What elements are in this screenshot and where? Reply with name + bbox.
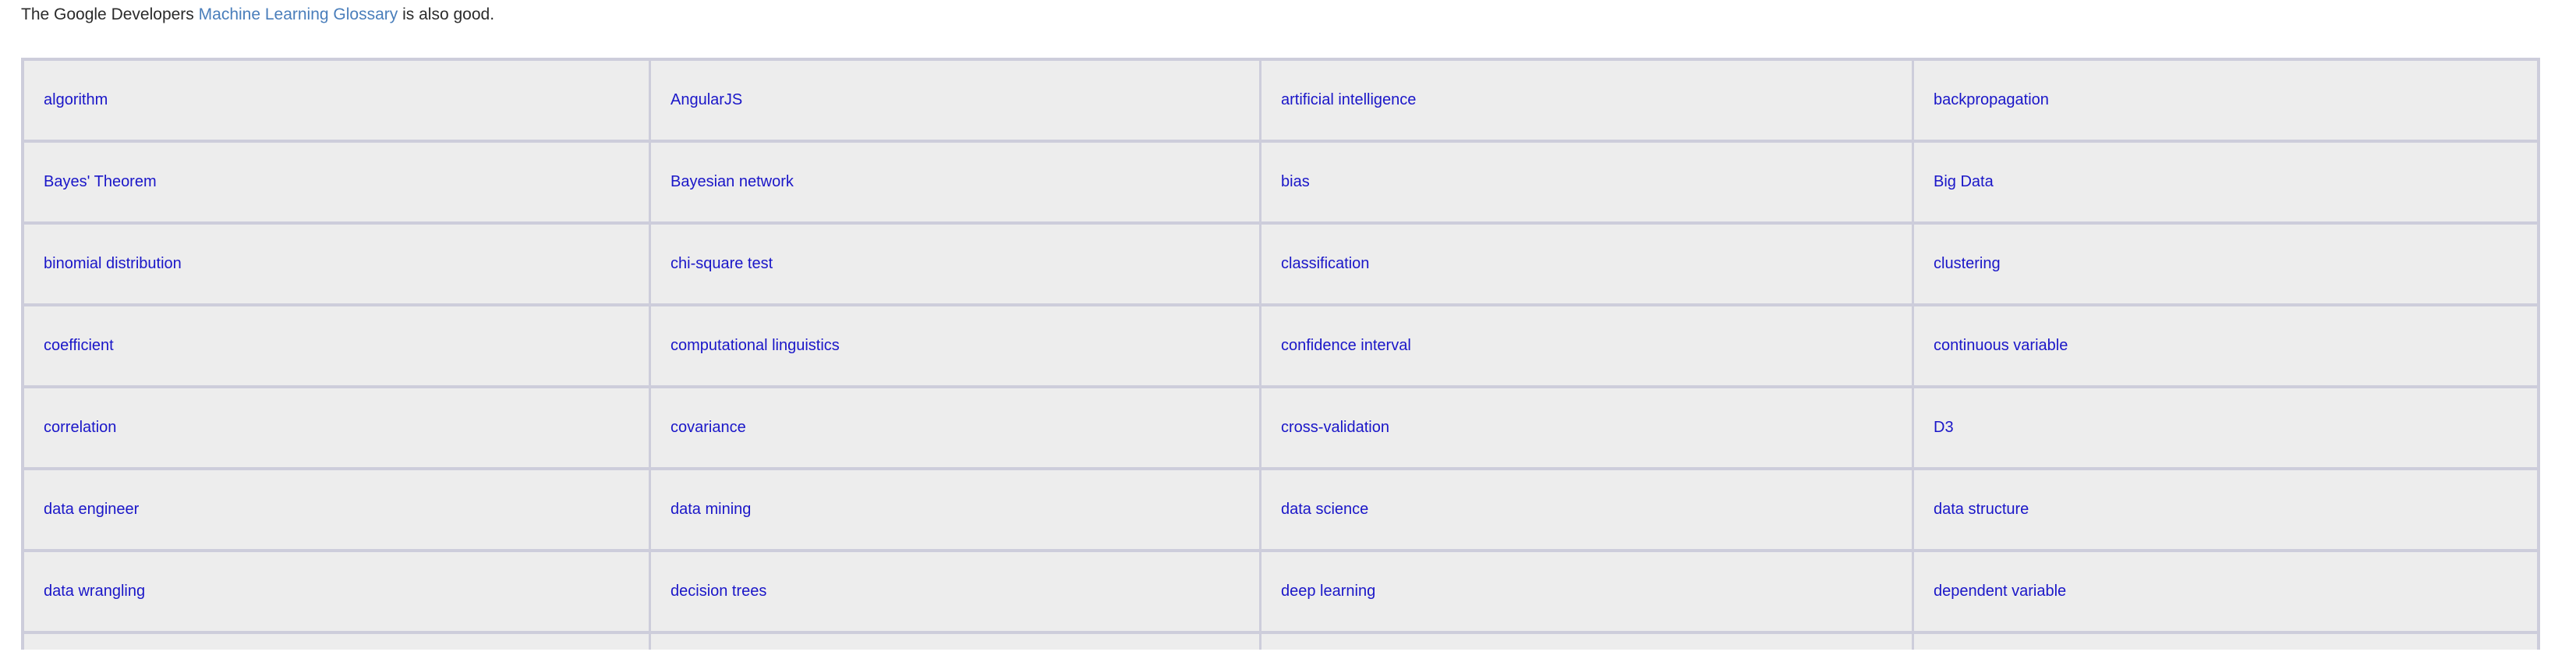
glossary-term-link[interactable]: D3 xyxy=(1934,419,1954,436)
glossary-term-link[interactable]: bias xyxy=(1281,173,1310,190)
table-cell: deep learning xyxy=(1261,549,1914,631)
glossary-term-link[interactable]: cross-validation xyxy=(1281,419,1389,436)
glossary-term-link[interactable]: computational linguistics xyxy=(671,337,840,354)
glossary-term-link[interactable]: Big Data xyxy=(1934,173,1994,190)
table-cell: decision trees xyxy=(651,549,1261,631)
table-cell: data mining xyxy=(651,467,1261,549)
table-cell: chi-square test xyxy=(651,221,1261,303)
glossary-term-link[interactable]: deep learning xyxy=(1281,583,1375,600)
table-cell: bias xyxy=(1261,140,1914,221)
glossary-term-link[interactable]: algorithm xyxy=(44,91,108,108)
glossary-table-container: algorithm AngularJS artificial intellige… xyxy=(21,58,2540,650)
table-cell xyxy=(651,631,1261,650)
table-cell: clustering xyxy=(1914,221,2540,303)
glossary-term-link[interactable]: data wrangling xyxy=(44,583,145,600)
table-cell: D3 xyxy=(1914,385,2540,467)
table-cell: computational linguistics xyxy=(651,303,1261,385)
glossary-term-link[interactable]: data mining xyxy=(671,501,751,518)
table-cell xyxy=(21,631,651,650)
table-cell: cross-validation xyxy=(1261,385,1914,467)
table-row: data engineer data mining data science d… xyxy=(21,467,2540,549)
table-cell: continuous variable xyxy=(1914,303,2540,385)
glossary-term-link[interactable]: continuous variable xyxy=(1934,337,2068,354)
table-cell: coefficient xyxy=(21,303,651,385)
table-row: correlation covariance cross-validation … xyxy=(21,385,2540,467)
glossary-table-body: algorithm AngularJS artificial intellige… xyxy=(21,58,2540,650)
table-cell: artificial intelligence xyxy=(1261,58,1914,140)
glossary-term-link[interactable]: data engineer xyxy=(44,501,139,518)
glossary-term-link[interactable]: chi-square test xyxy=(671,255,773,272)
glossary-term-link[interactable]: Bayesian network xyxy=(671,173,794,190)
table-cell: data wrangling xyxy=(21,549,651,631)
intro-text-after: is also good. xyxy=(398,5,495,23)
glossary-term-link[interactable]: backpropagation xyxy=(1934,91,2049,108)
glossary-term-link[interactable]: artificial intelligence xyxy=(1281,91,1416,108)
table-cell xyxy=(1261,631,1914,650)
glossary-term-link[interactable]: Bayes' Theorem xyxy=(44,173,157,190)
glossary-term-link[interactable]: confidence interval xyxy=(1281,337,1411,354)
table-row: data wrangling decision trees deep learn… xyxy=(21,549,2540,631)
table-cell: covariance xyxy=(651,385,1261,467)
glossary-term-link[interactable]: correlation xyxy=(44,419,116,436)
glossary-term-link[interactable]: AngularJS xyxy=(671,91,742,108)
table-row xyxy=(21,631,2540,650)
glossary-term-link[interactable]: binomial distribution xyxy=(44,255,182,272)
table-cell: AngularJS xyxy=(651,58,1261,140)
glossary-term-link[interactable]: data structure xyxy=(1934,501,2029,518)
glossary-term-link[interactable]: clustering xyxy=(1934,255,2001,272)
table-cell xyxy=(1914,631,2540,650)
glossary-table: algorithm AngularJS artificial intellige… xyxy=(21,58,2540,650)
table-cell: Bayes' Theorem xyxy=(21,140,651,221)
table-cell: classification xyxy=(1261,221,1914,303)
table-cell: Bayesian network xyxy=(651,140,1261,221)
table-row: coefficient computational linguistics co… xyxy=(21,303,2540,385)
glossary-term-link[interactable]: covariance xyxy=(671,419,746,436)
intro-text-before: The Google Developers xyxy=(21,5,199,23)
glossary-term-link[interactable]: decision trees xyxy=(671,583,766,600)
glossary-term-link[interactable]: classification xyxy=(1281,255,1369,272)
table-cell: data structure xyxy=(1914,467,2540,549)
table-row: binomial distribution chi-square test cl… xyxy=(21,221,2540,303)
table-cell: algorithm xyxy=(21,58,651,140)
table-cell: Big Data xyxy=(1914,140,2540,221)
table-cell: binomial distribution xyxy=(21,221,651,303)
table-cell: data science xyxy=(1261,467,1914,549)
table-cell: confidence interval xyxy=(1261,303,1914,385)
table-row: algorithm AngularJS artificial intellige… xyxy=(21,58,2540,140)
glossary-term-link[interactable]: coefficient xyxy=(44,337,114,354)
machine-learning-glossary-link[interactable]: Machine Learning Glossary xyxy=(199,5,398,23)
glossary-term-link[interactable]: data science xyxy=(1281,501,1368,518)
table-row: Bayes' Theorem Bayesian network bias Big… xyxy=(21,140,2540,221)
table-cell: backpropagation xyxy=(1914,58,2540,140)
glossary-term-link[interactable]: dependent variable xyxy=(1934,583,2066,600)
intro-paragraph: The Google Developers Machine Learning G… xyxy=(21,0,494,30)
table-cell: correlation xyxy=(21,385,651,467)
table-cell: dependent variable xyxy=(1914,549,2540,631)
table-cell: data engineer xyxy=(21,467,651,549)
